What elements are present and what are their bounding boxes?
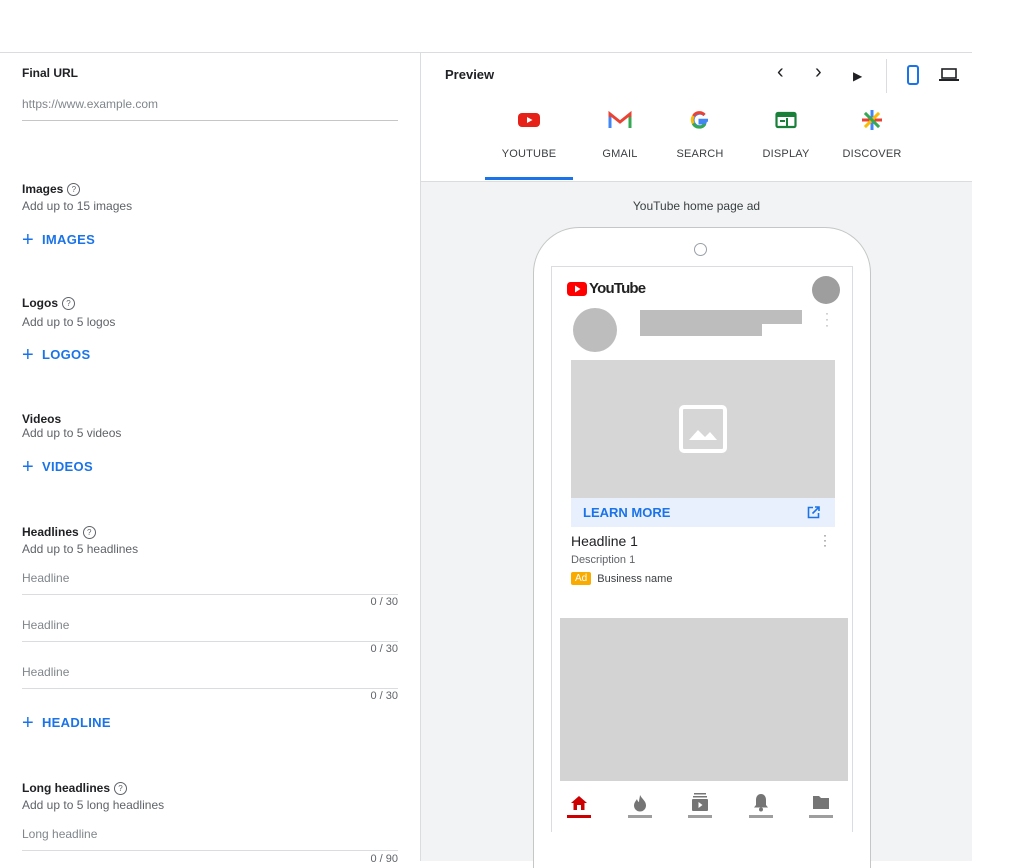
final-url-label: Final URL [22, 66, 78, 80]
help-icon[interactable]: ? [114, 782, 128, 795]
learn-more-button[interactable]: LEARN MORE [583, 505, 670, 520]
next-video-placeholder [560, 618, 848, 781]
help-icon[interactable]: ? [82, 526, 96, 539]
long-headline-input[interactable]: Long headline [22, 827, 398, 851]
plus-icon: + [22, 229, 34, 251]
long-headlines-subtitle: Add up to 5 long headlines [22, 798, 165, 812]
bottom-nav [552, 781, 852, 832]
ad-badge: Ad [571, 572, 592, 585]
chevron-left-icon[interactable]: ‹ [777, 61, 784, 84]
phone-camera [694, 243, 707, 256]
chevron-right-icon[interactable]: › [815, 61, 822, 84]
asset-form: Final URL https://www.example.com Images… [0, 53, 421, 865]
help-icon[interactable]: ? [67, 183, 81, 196]
tab-youtube[interactable]: YOUTUBE [489, 108, 569, 160]
images-title: Images? [22, 182, 81, 196]
logos-title: Logos? [22, 296, 75, 310]
preview-header: Preview ‹ › ▶ YOUTUBE GMAIL SEARCH DISPL… [421, 53, 972, 182]
desktop-icon[interactable] [939, 68, 959, 87]
final-url-input[interactable]: https://www.example.com [22, 97, 398, 121]
add-headline-button[interactable]: + HEADLINE [22, 712, 111, 735]
add-images-button[interactable]: + IMAGES [22, 229, 95, 252]
cta-bar[interactable]: LEARN MORE [571, 498, 835, 527]
logos-subtitle: Add up to 5 logos [22, 315, 116, 329]
headline-input[interactable]: Headline [22, 571, 398, 595]
videos-subtitle: Add up to 5 videos [22, 426, 122, 440]
tab-search[interactable]: SEARCH [660, 108, 740, 160]
ad-image-placeholder [571, 360, 835, 498]
plus-icon: + [22, 344, 34, 366]
google-search-icon [660, 108, 740, 132]
youtube-icon [489, 108, 569, 132]
library-icon [813, 796, 829, 809]
long-headline-counter: 0 / 90 [370, 853, 398, 865]
home-icon [571, 796, 587, 810]
ad-description: Description 1 [571, 554, 636, 566]
headline-input[interactable]: Headline [22, 665, 398, 689]
headline-input[interactable]: Headline [22, 618, 398, 642]
phone-mockup: YouTube · · · LEARN MORE Headline 1 · · · De… [533, 227, 871, 868]
preview-panel: Preview ‹ › ▶ YOUTUBE GMAIL SEARCH DISPL… [421, 53, 972, 868]
ad-business-row: Ad Business name [571, 572, 672, 585]
gmail-icon [580, 108, 660, 132]
selected-tab-indicator [485, 177, 573, 180]
top-bar [0, 0, 972, 53]
divider [886, 59, 887, 93]
ad-headline: Headline 1 [571, 533, 638, 549]
preview-title: Preview [445, 67, 495, 82]
channel-avatar-placeholder [573, 308, 617, 352]
image-icon [679, 405, 727, 453]
preview-caption: YouTube home page ad [632, 199, 761, 213]
add-videos-button[interactable]: + VIDEOS [22, 456, 93, 479]
discover-icon [832, 108, 912, 132]
headlines-subtitle: Add up to 5 headlines [22, 542, 139, 556]
open-in-new-icon [807, 506, 820, 519]
more-vert-icon[interactable]: · · · [825, 307, 829, 331]
headline-counter: 0 / 30 [370, 596, 398, 608]
long-headlines-title: Long headlines? [22, 781, 128, 795]
display-icon [746, 108, 826, 132]
title-placeholder [640, 324, 762, 336]
youtube-icon [567, 281, 587, 296]
business-name: Business name [597, 572, 673, 585]
subscriptions-icon [692, 793, 708, 811]
trending-icon [634, 795, 646, 812]
notifications-icon [754, 794, 768, 812]
title-placeholder [640, 310, 802, 324]
plus-icon: + [22, 456, 34, 478]
tab-discover[interactable]: DISCOVER [832, 108, 912, 160]
help-icon[interactable]: ? [62, 297, 75, 310]
more-vert-icon[interactable]: · · · [823, 529, 827, 551]
mobile-icon[interactable] [907, 65, 919, 90]
youtube-logo: YouTube [567, 280, 646, 297]
phone-screen: YouTube · · · LEARN MORE Headline 1 · · · De… [551, 266, 853, 832]
play-icon[interactable]: ▶ [853, 69, 862, 83]
tab-gmail[interactable]: GMAIL [580, 108, 660, 160]
headlines-title: Headlines? [22, 525, 96, 539]
images-subtitle: Add up to 15 images [22, 199, 133, 213]
tab-display[interactable]: DISPLAY [746, 108, 826, 160]
headline-counter: 0 / 30 [370, 643, 398, 655]
plus-icon: + [22, 712, 34, 734]
avatar [812, 276, 840, 304]
add-logos-button[interactable]: + LOGOS [22, 344, 90, 367]
headline-counter: 0 / 30 [370, 690, 398, 702]
videos-title: Videos [22, 412, 62, 426]
